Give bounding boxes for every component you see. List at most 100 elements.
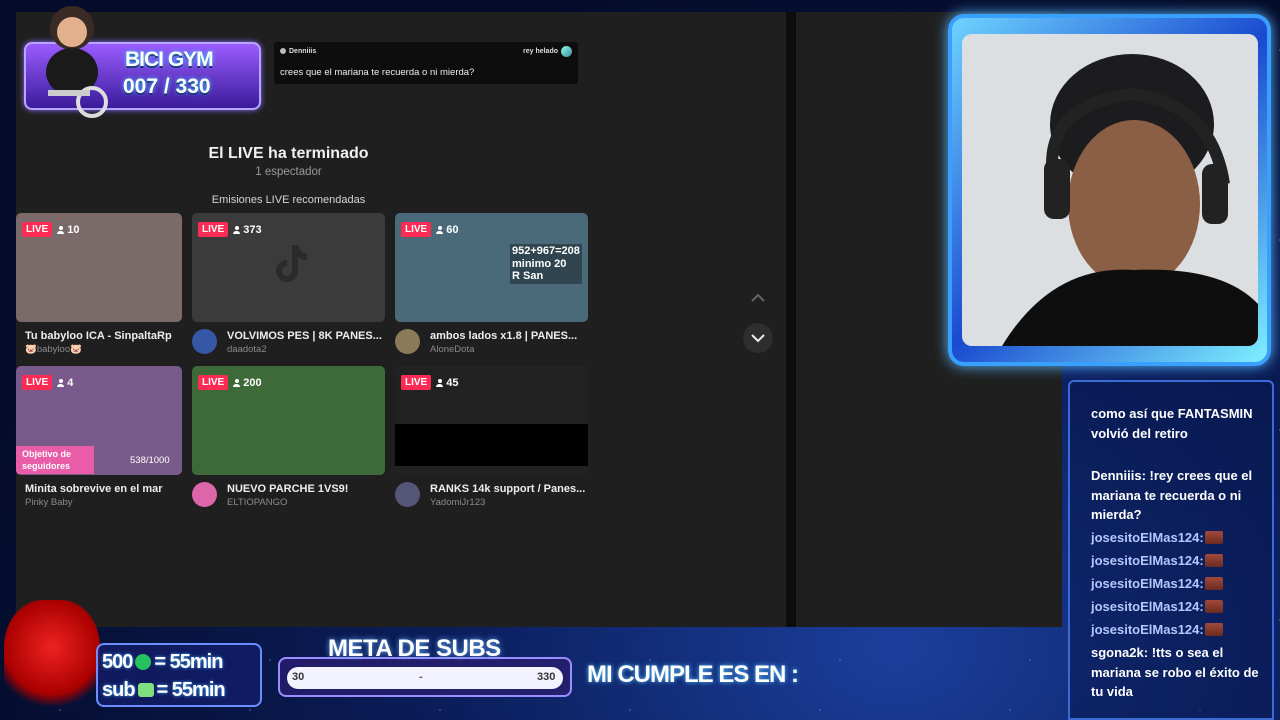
live-label: LIVE	[22, 222, 53, 237]
stream-card[interactable]: LIVE 10 Tu babyloo ICA - SinpaltaRp 🐷babylo…	[16, 213, 209, 355]
stream-title[interactable]: VOLVIMOS PES | 8K PANES...	[227, 330, 387, 342]
live-label: LIVE	[401, 375, 432, 390]
live-label: LIVE	[198, 375, 229, 390]
thumb-black-band	[395, 424, 588, 466]
viewers-icon	[436, 378, 444, 387]
stream-author[interactable]: 🐷babyloo🐷	[25, 344, 82, 355]
viewer-count: 10	[67, 223, 80, 236]
viewer-count: 200	[243, 376, 262, 389]
chat-message: josesitoElMas124:	[1091, 597, 1266, 617]
stream-thumbnail[interactable]: LIVE 4 Objetivo de seguidores 538/1000	[16, 366, 182, 475]
stream-thumbnail[interactable]: LIVE 200	[192, 366, 385, 475]
subs-goal-end: 330	[537, 671, 556, 683]
stream-title[interactable]: ambos lados x1.8 | PANES...	[430, 330, 590, 342]
chat-emote-icon	[1204, 623, 1223, 636]
stream-thumbnail[interactable]: LIVE 373	[192, 213, 385, 322]
live-badge: LIVE 373	[198, 222, 262, 237]
scroll-up-button[interactable]	[743, 282, 773, 312]
chat-username[interactable]: josesitoElMas124:	[1091, 530, 1204, 545]
tiktok-logo-icon	[276, 245, 307, 282]
stream-title[interactable]: Minita sobrevive en el mar	[25, 483, 185, 495]
thumb-overlay-text: 952+967=208 minimo 20 R San	[510, 244, 582, 284]
live-label: LIVE	[22, 375, 53, 390]
chat-username[interactable]: josesitoElMas124:	[1091, 599, 1204, 614]
chat-message: josesitoElMas124:	[1091, 620, 1266, 640]
recipient-avatar-icon	[561, 46, 572, 57]
panel-divider	[786, 12, 796, 627]
viewer-count: 45	[446, 376, 459, 389]
chat-username[interactable]: josesitoElMas124:	[1091, 553, 1204, 568]
live-label: LIVE	[198, 222, 229, 237]
chat-popup-message: crees que el mariana te recuerda o ni mi…	[280, 67, 475, 78]
stream-author[interactable]: YadomiJr123	[430, 497, 485, 508]
chat-message: josesitoElMas124:	[1091, 551, 1266, 571]
stream-author[interactable]: daadota2	[227, 344, 267, 355]
chat-message: como así que FANTASMIN volvió del retiro	[1091, 404, 1266, 443]
live-ended-title: El LIVE ha terminado	[208, 145, 369, 162]
points-line-1: 500 = 55min	[102, 651, 223, 673]
streamer-avatar[interactable]	[395, 482, 420, 507]
stream-title[interactable]: RANKS 14k support / Panes...	[430, 483, 590, 495]
chat-message: sgona2k: !tts o sea el mariana se robo e…	[1091, 643, 1266, 702]
viewers-icon	[436, 225, 444, 234]
viewers-icon	[233, 225, 241, 234]
live-badge: LIVE 4	[22, 375, 73, 390]
chat-popup-username: Denniiis	[280, 48, 316, 55]
stream-author[interactable]: Pinky Baby	[25, 497, 73, 508]
subs-goal-separator: -	[419, 671, 423, 683]
chevron-down-icon	[751, 333, 765, 342]
stream-thumbnail[interactable]: LIVE 10	[16, 213, 182, 322]
bici-gym-title: BICI GYM	[125, 48, 214, 71]
birthday-countdown-label: MI CUMPLE ES EN :	[587, 661, 799, 688]
stream-author[interactable]: ELTIOPANGO	[227, 497, 287, 508]
viewers-icon	[57, 225, 65, 234]
viewer-count: 60	[446, 223, 459, 236]
stream-card[interactable]: LIVE 373 VOLVIMOS PES | 8K PANES... daadota…	[192, 213, 387, 355]
viewers-icon	[57, 378, 65, 387]
chat-username[interactable]: Denniiis:	[1091, 468, 1146, 483]
subs-goal-track	[287, 667, 563, 689]
stream-thumbnail[interactable]: LIVE 45	[395, 366, 588, 475]
webcam-feed	[962, 34, 1258, 346]
chat-emote-icon	[1204, 531, 1223, 544]
stream-card[interactable]: LIVE 45 RANKS 14k support / Panes... Yadomi…	[395, 366, 590, 508]
live-badge: LIVE 60	[401, 222, 458, 237]
bici-gym-count: 007 / 330	[123, 75, 211, 98]
recommended-streams-label: Emisiones LIVE recomendadas	[211, 194, 366, 206]
user-icon	[280, 48, 286, 54]
scroll-down-button[interactable]	[743, 323, 773, 353]
live-badge: LIVE 200	[198, 375, 262, 390]
stream-title[interactable]: NUEVO PARCHE 1VS9!	[227, 483, 387, 495]
stream-thumbnail[interactable]: LIVE 60 952+967=208 minimo 20 R San	[395, 213, 588, 322]
streamer-avatar[interactable]	[395, 329, 420, 354]
chat-message: josesitoElMas124:	[1091, 574, 1266, 594]
chat-username[interactable]: sgona2k:	[1091, 645, 1148, 660]
follower-goal-count: 538/1000	[130, 455, 170, 466]
follower-goal-label: Objetivo de seguidores	[16, 446, 94, 474]
chat-username[interactable]: josesitoElMas124:	[1091, 622, 1204, 637]
stream-card[interactable]: LIVE 4 Objetivo de seguidores 538/1000 Minit…	[16, 366, 209, 508]
subs-goal-title: META DE SUBS	[328, 635, 501, 662]
chat-popup-recipient: rey helado	[522, 48, 558, 55]
channel-points-icon	[135, 654, 152, 670]
chat-text: como así que FANTASMIN volvió del retiro	[1091, 406, 1253, 441]
viewers-icon	[233, 378, 241, 387]
stream-card[interactable]: LIVE 60 952+967=208 minimo 20 R San ambos lad…	[395, 213, 590, 355]
points-line-2: sub = 55min	[102, 679, 226, 701]
sub-gift-icon	[137, 683, 154, 697]
live-badge: LIVE 45	[401, 375, 458, 390]
streamer-avatar[interactable]	[192, 482, 217, 507]
streamer-avatar[interactable]	[192, 329, 217, 354]
subs-goal-start: 30	[292, 671, 305, 683]
chevron-up-icon	[751, 293, 765, 302]
stream-title[interactable]: Tu babyloo ICA - SinpaltaRp	[25, 330, 185, 342]
chat-username[interactable]: josesitoElMas124:	[1091, 576, 1204, 591]
stream-card[interactable]: LIVE 200 NUEVO PARCHE 1VS9! ELTIOPANGO	[192, 366, 387, 508]
streamer-image	[962, 34, 1258, 346]
chat-emote-icon	[1204, 577, 1223, 590]
stream-author[interactable]: AloneDota	[430, 344, 474, 355]
chat-message: Denniiis: !rey crees que el mariana te r…	[1091, 466, 1266, 525]
chat-message-popup: Denniiis rey helado crees que el mariana…	[274, 42, 578, 84]
live-badge: LIVE 10	[22, 222, 79, 237]
viewer-count: 373	[243, 223, 262, 236]
